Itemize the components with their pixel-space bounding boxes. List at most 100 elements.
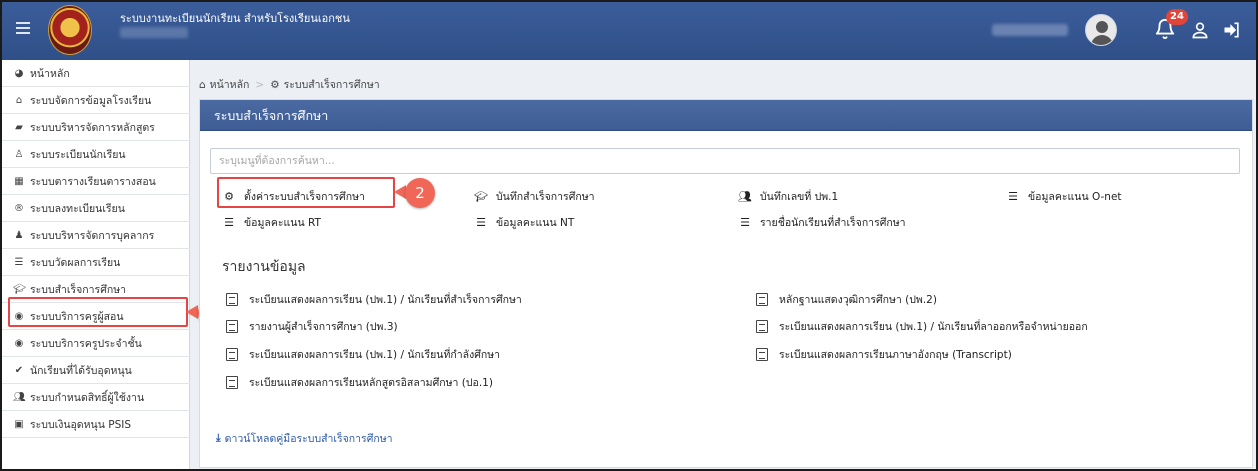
list-icon: ☰ — [14, 256, 24, 268]
sidebar-item-assessment[interactable]: ☰ ระบบวัดผลการเรียน — [2, 249, 190, 276]
sidebar-item-label: ระบบบริหารจัดการหลักสูตร — [30, 121, 155, 134]
school-name-redacted — [120, 27, 188, 38]
breadcrumb: ⌂ หน้าหลัก > ⚙ ระบบสำเร็จการศึกษา — [199, 76, 380, 93]
menu-onet-scores[interactable]: ☰ ข้อมูลคะแนน O-net — [1006, 188, 1122, 205]
sidebar-item-label: หน้าหลัก — [30, 67, 70, 80]
logout-icon[interactable] — [1222, 20, 1242, 42]
sidebar-item-label: ระบบตารางเรียนตารางสอน — [30, 175, 156, 188]
report-label: ระเบียนแสดงผลการเรียน (ปพ.1) / นักเรียนท… — [249, 349, 501, 361]
sidebar-item-label: นักเรียนที่ได้รับอุดหนุน — [30, 364, 132, 377]
menu-label: ข้อมูลคะแนน RT — [244, 217, 321, 229]
menu-label: ข้อมูลคะแนน O-net — [1028, 191, 1122, 203]
graduation-cap-icon: 🎓︎ — [474, 190, 488, 203]
highlight-box-settings — [217, 177, 395, 208]
registered-icon: ® — [14, 202, 24, 214]
menu-label: บันทึกเลขที่ ปพ.1 — [760, 191, 839, 203]
list-icon: ☰ — [740, 216, 750, 229]
breadcrumb-home[interactable]: หน้าหลัก — [210, 76, 250, 93]
step-callout-2: 2 — [405, 178, 435, 208]
menu-nt-scores[interactable]: ☰ ข้อมูลคะแนน NT — [474, 214, 574, 231]
sidebar-item-user-permissions[interactable]: 👥︎ ระบบกำหนดสิทธิ์ผู้ใช้งาน — [2, 384, 190, 411]
report-label: ระเบียนแสดงผลการเรียนหลักสูตรอิสลามศึกษา… — [249, 377, 493, 389]
sidebar-item-home[interactable]: ◕ หน้าหลัก — [2, 60, 190, 87]
download-manual-link[interactable]: ⤓ ดาวน์โหลดคู่มือระบบสำเร็จการศึกษา — [216, 430, 393, 447]
file-pdf-icon — [226, 376, 238, 389]
sidebar-item-personnel[interactable]: ♟ ระบบบริหารจัดการบุคลากร — [2, 222, 190, 249]
download-icon: ⤓ — [216, 432, 221, 444]
notification-bell-icon[interactable]: 24 — [1154, 9, 1188, 46]
report-label: ระเบียนแสดงผลการเรียน (ปพ.1) / นักเรียนท… — [779, 321, 1088, 333]
institution-icon: ⌂ — [15, 94, 23, 106]
sidebar: ◕ หน้าหลัก ⌂ ระบบจัดการข้อมูลโรงเรียน ▰ ระบ… — [2, 60, 190, 469]
sidebar-item-registration[interactable]: ® ระบบลงทะเบียนเรียน — [2, 195, 190, 222]
sidebar-item-label: ระบบวัดผลการเรียน — [30, 256, 121, 269]
reports-section-title: รายงานข้อมูล — [222, 259, 306, 275]
report-label: ระเบียนแสดงผลการเรียน (ปพ.1) / นักเรียนท… — [249, 294, 522, 306]
home-icon: ⌂ — [199, 78, 206, 91]
breadcrumb-current: ระบบสำเร็จการศึกษา — [283, 79, 380, 91]
report-label: รายงานผู้สำเร็จการศึกษา (ปพ.3) — [249, 321, 398, 333]
callout-pointer — [186, 305, 198, 319]
users-icon: 👥︎ — [738, 190, 752, 203]
notification-badge: 24 — [1166, 9, 1188, 25]
report-transcript[interactable]: ระเบียนแสดงผลการเรียนภาษาอังกฤษ (Transcr… — [756, 346, 1012, 363]
main-panel: ระบบสำเร็จการศึกษา ⚙ตั้งค่าระบบสำเร็จการ… — [199, 99, 1253, 468]
avatar[interactable] — [1085, 14, 1117, 46]
sidebar-item-student-records[interactable]: ♙ ระบบระเบียนนักเรียน — [2, 141, 190, 168]
sidebar-item-curriculum[interactable]: ▰ ระบบบริหารจัดการหลักสูตร — [2, 114, 190, 141]
sidebar-item-label: ระบบบริหารจัดการบุคลากร — [30, 229, 155, 242]
sidebar-item-homeroom-service[interactable]: ◉ ระบบบริการครูประจำชั้น — [2, 330, 190, 357]
report-label: ระเบียนแสดงผลการเรียนภาษาอังกฤษ (Transcr… — [779, 349, 1012, 361]
book-icon: ▰ — [15, 121, 23, 133]
person-icon: ♟ — [14, 229, 24, 241]
sidebar-item-label: ระบบลงทะเบียนเรียน — [30, 202, 125, 215]
menu-search-input[interactable] — [210, 148, 1240, 174]
list-icon: ☰ — [1008, 190, 1018, 203]
report-po1-graduates[interactable]: ระเบียนแสดงผลการเรียน (ปพ.1) / นักเรียนท… — [226, 291, 522, 308]
menu-label: ข้อมูลคะแนน NT — [496, 217, 575, 229]
breadcrumb-separator: > — [255, 78, 265, 91]
user-profile-icon[interactable] — [1190, 20, 1210, 42]
download-label: ดาวน์โหลดคู่มือระบบสำเร็จการศึกษา — [224, 433, 393, 445]
user-circle-icon: ◉ — [14, 337, 24, 349]
highlight-box-sidebar — [8, 297, 188, 327]
users-icon: 👥︎ — [13, 391, 26, 403]
menu-record-po1-number[interactable]: 👥︎ บันทึกเลขที่ ปพ.1 — [738, 188, 838, 205]
school-logo — [48, 5, 92, 55]
sidebar-item-timetable[interactable]: ▦ ระบบตารางเรียนตารางสอน — [2, 168, 190, 195]
check-circle-icon: ✔ — [14, 364, 24, 376]
report-po1-withdrawn[interactable]: ระเบียนแสดงผลการเรียน (ปพ.1) / นักเรียนท… — [756, 318, 1088, 335]
list-icon: ☰ — [476, 216, 486, 229]
sidebar-item-label: ระบบบริการครูประจำชั้น — [30, 337, 142, 350]
menu-graduate-list[interactable]: ☰ รายชื่อนักเรียนที่สำเร็จการศึกษา — [738, 214, 906, 231]
dashboard-icon: ◕ — [14, 67, 24, 79]
report-po1-current[interactable]: ระเบียนแสดงผลการเรียน (ปพ.1) / นักเรียนท… — [226, 346, 500, 363]
app-window: ระบบงานทะเบียนนักเรียน สำหรับโรงเรียนเอก… — [0, 0, 1258, 471]
report-po3-graduates[interactable]: รายงานผู้สำเร็จการศึกษา (ปพ.3) — [226, 318, 398, 335]
report-po2-certificate[interactable]: หลักฐานแสดงวุฒิการศึกษา (ปพ.2) — [756, 291, 937, 308]
sidebar-item-label: ระบบกำหนดสิทธิ์ผู้ใช้งาน — [30, 391, 145, 404]
sidebar-item-label: ระบบจัดการข้อมูลโรงเรียน — [30, 94, 152, 107]
file-pdf-icon — [226, 293, 238, 306]
file-excel-icon — [756, 320, 768, 333]
menu-record-graduation[interactable]: 🎓︎ บันทึกสำเร็จการศึกษา — [474, 188, 595, 205]
top-navbar: ระบบงานทะเบียนนักเรียน สำหรับโรงเรียนเอก… — [2, 2, 1256, 60]
hamburger-menu-icon[interactable] — [16, 22, 30, 36]
graduation-cap-icon: 🎓︎ — [13, 283, 26, 295]
sidebar-item-school-data[interactable]: ⌂ ระบบจัดการข้อมูลโรงเรียน — [2, 87, 190, 114]
menu-label: รายชื่อนักเรียนที่สำเร็จการศึกษา — [760, 217, 906, 229]
file-pdf-icon — [756, 293, 768, 306]
menu-label: บันทึกสำเร็จการศึกษา — [496, 191, 595, 203]
sidebar-item-subsidized-students[interactable]: ✔ นักเรียนที่ได้รับอุดหนุน — [2, 357, 190, 384]
sidebar-item-label: ระบบระเบียนนักเรียน — [30, 148, 126, 161]
file-pdf-icon — [226, 348, 238, 361]
report-label: หลักฐานแสดงวุฒิการศึกษา (ปพ.2) — [779, 294, 937, 306]
sidebar-item-label: ระบบเงินอุดหนุน PSIS — [30, 418, 132, 431]
user-name-redacted[interactable] — [992, 24, 1068, 36]
sidebar-item-psis[interactable]: ▣ ระบบเงินอุดหนุน PSIS — [2, 411, 190, 438]
user-icon: ♙ — [14, 148, 24, 160]
list-icon: ☰ — [224, 216, 234, 229]
menu-rt-scores[interactable]: ☰ ข้อมูลคะแนน RT — [222, 214, 321, 231]
report-islamic-curriculum[interactable]: ระเบียนแสดงผลการเรียนหลักสูตรอิสลามศึกษา… — [226, 374, 493, 391]
card-icon: ▣ — [14, 418, 24, 430]
